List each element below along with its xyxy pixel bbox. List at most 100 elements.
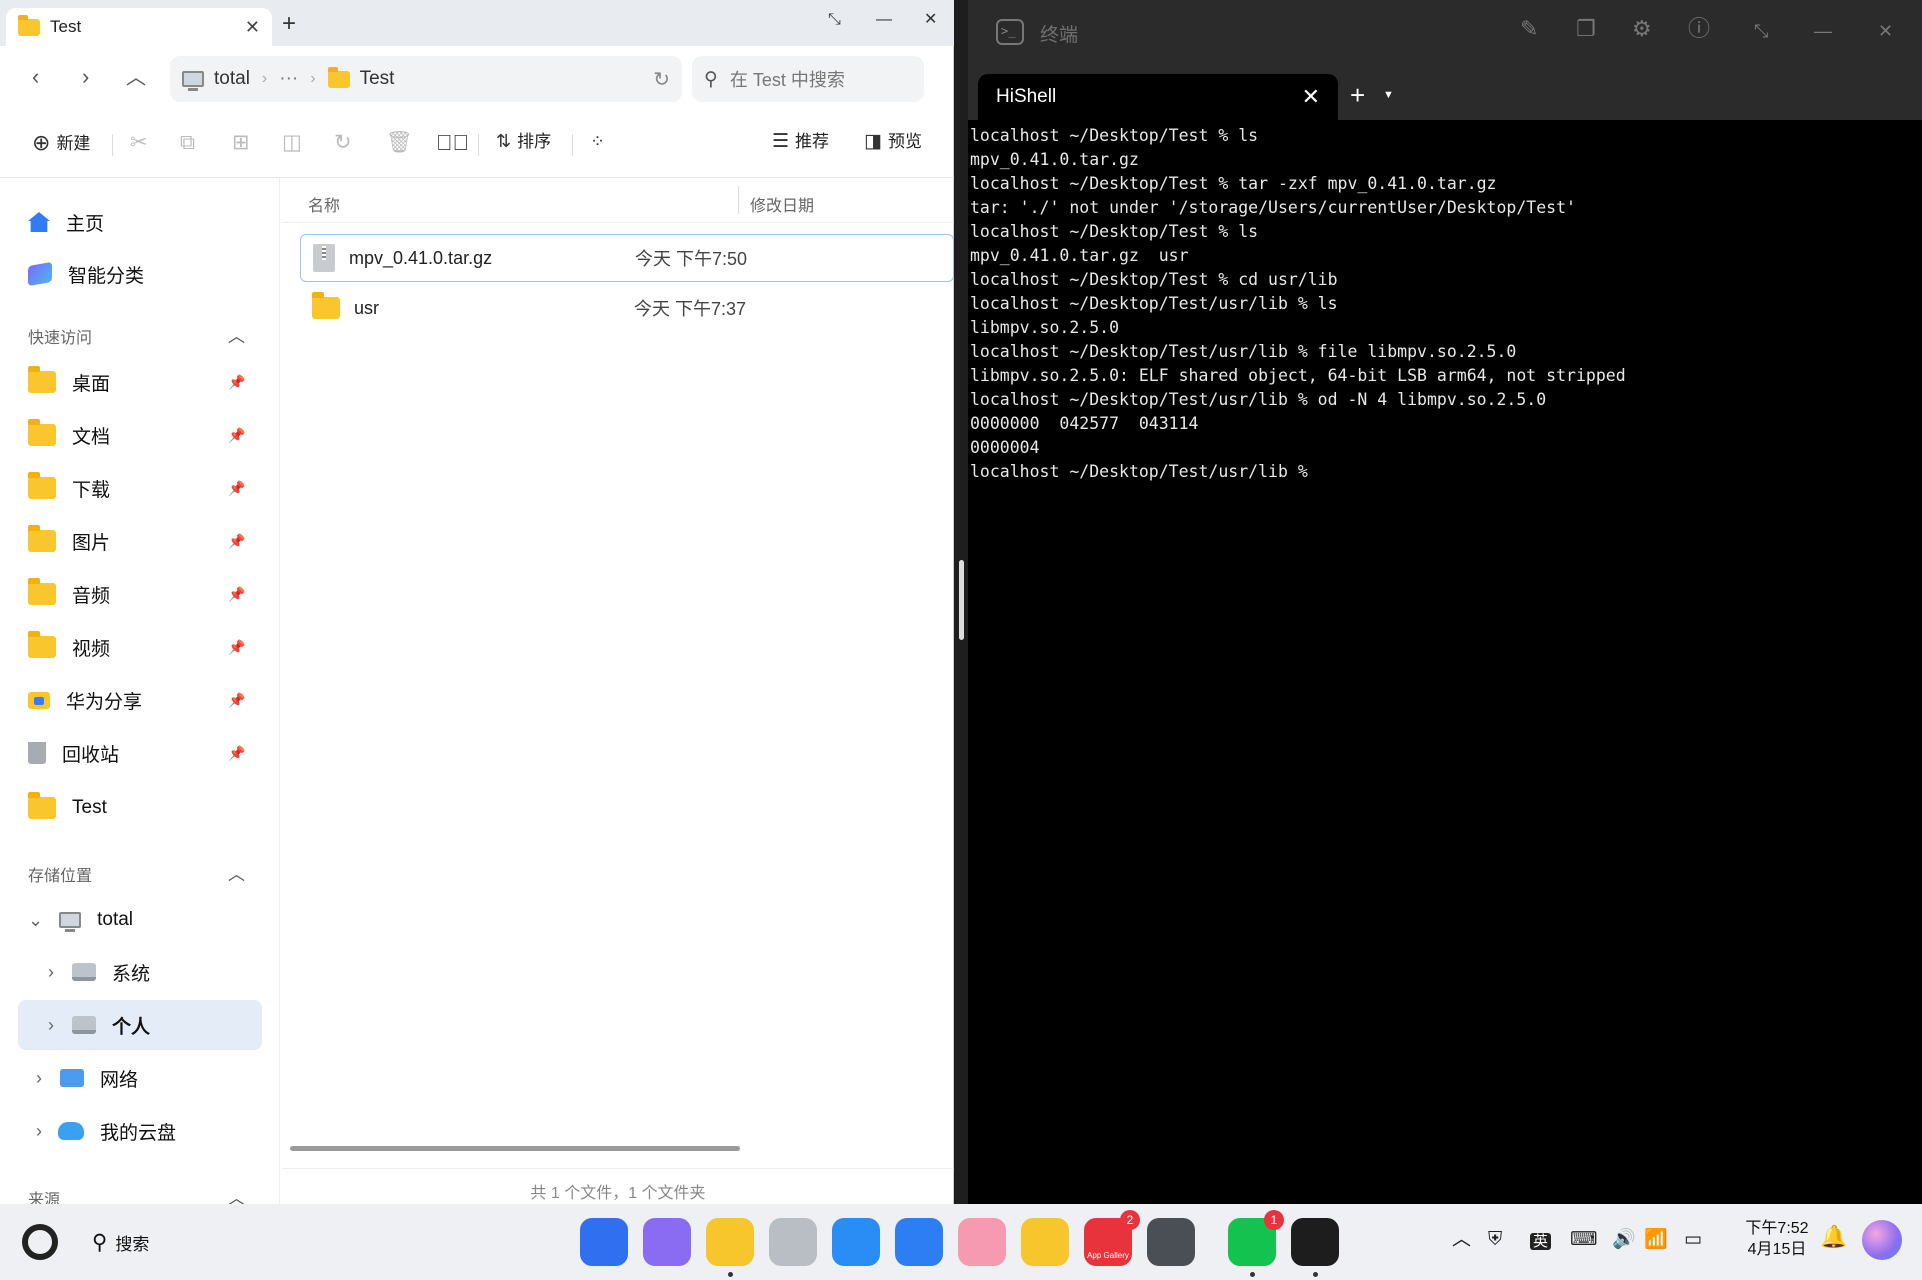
browser-app-icon[interactable] bbox=[832, 1218, 880, 1266]
close-tab-icon[interactable]: ✕ bbox=[245, 18, 260, 36]
select-icon[interactable]: ✓⃝ bbox=[436, 132, 469, 154]
sidebar-item-test[interactable]: Test bbox=[28, 786, 107, 830]
close-tab-icon[interactable]: ✕ bbox=[1302, 86, 1320, 108]
clock[interactable]: 下午7:52 4月15日 bbox=[1740, 1218, 1814, 1260]
collapse-quick-access-icon[interactable]: ︿ bbox=[228, 322, 245, 347]
back-icon[interactable]: ‹ bbox=[32, 66, 39, 88]
files-app-icon[interactable] bbox=[706, 1218, 754, 1266]
cut-icon[interactable]: ✂ bbox=[130, 132, 148, 153]
chevron-right-icon[interactable]: › bbox=[36, 1121, 42, 1142]
terminal-output[interactable]: localhost ~/Desktop/Test % ls mpv_0.41.0.… bbox=[970, 124, 1910, 1194]
sidebar-item-huawei-share[interactable]: 华为分享 bbox=[28, 678, 142, 722]
notification-bell-icon[interactable]: 🔔 bbox=[1820, 1226, 1847, 1248]
app-launcher-app-icon[interactable] bbox=[580, 1218, 628, 1266]
ime-indicator[interactable]: 英 bbox=[1530, 1233, 1552, 1250]
new-button[interactable]: ⊕ 新建 bbox=[32, 132, 90, 154]
volume-icon[interactable]: 🔊 bbox=[1612, 1230, 1636, 1249]
pin-icon[interactable]: 📌 bbox=[228, 692, 245, 709]
new-window-icon[interactable]: ❐ bbox=[1576, 18, 1596, 40]
chevron-right-icon[interactable]: › bbox=[48, 1015, 54, 1036]
compress-icon[interactable]: ◫ bbox=[282, 132, 302, 153]
restore-icon[interactable]: ⤡ bbox=[1754, 22, 1768, 40]
sidebar-item-system[interactable]: › 系统 bbox=[48, 950, 150, 994]
breadcrumb-root[interactable]: total bbox=[214, 68, 250, 90]
pin-icon[interactable]: 📌 bbox=[228, 586, 245, 603]
settings-icon[interactable]: ⚙ bbox=[1632, 18, 1652, 40]
gallery-app-icon[interactable] bbox=[958, 1218, 1006, 1266]
view-mode-icon[interactable]: ⁘ bbox=[590, 132, 605, 150]
sidebar-item-personal[interactable]: › 个人 bbox=[48, 1003, 150, 1047]
pin-icon[interactable]: 📌 bbox=[228, 745, 245, 762]
chevron-right-icon[interactable]: › bbox=[36, 1068, 42, 1089]
sidebar-item-total[interactable]: ⌄ total bbox=[28, 898, 133, 942]
security-shield-icon[interactable]: ⛨ bbox=[1488, 1230, 1502, 1249]
keyboard-icon[interactable]: ⌨ bbox=[1570, 1230, 1597, 1249]
table-row[interactable]: usr 今天 下午7:37 bbox=[300, 284, 954, 332]
breadcrumb-ellipsis[interactable]: ··· bbox=[279, 68, 298, 90]
close-window-icon[interactable]: ✕ bbox=[924, 12, 937, 28]
pin-icon[interactable]: 📌 bbox=[228, 427, 245, 444]
sidebar-item-downloads[interactable]: 下载 bbox=[28, 466, 110, 510]
minimize-icon[interactable]: — bbox=[876, 12, 892, 28]
chevron-down-icon[interactable]: ▼ bbox=[1383, 90, 1394, 101]
search-input[interactable]: ⚲ 在 Test 中搜索 bbox=[692, 56, 924, 102]
column-header-modified[interactable]: 修改日期 bbox=[750, 192, 814, 216]
start-button[interactable] bbox=[22, 1224, 58, 1260]
new-tab-button[interactable]: + bbox=[1350, 82, 1365, 108]
delete-icon[interactable]: 🗑 bbox=[386, 132, 413, 153]
tab-test[interactable]: Test ✕ bbox=[6, 8, 272, 46]
rename-icon[interactable]: ↻ bbox=[334, 132, 352, 153]
help-icon[interactable]: ⓘ bbox=[1688, 18, 1710, 40]
preview-button[interactable]: ◨ 预览 bbox=[864, 132, 922, 151]
wifi-icon[interactable]: 📶 bbox=[1644, 1230, 1668, 1249]
edit-icon[interactable]: ✎ bbox=[1520, 18, 1538, 40]
chevron-up-icon[interactable]: ︿ bbox=[1452, 1230, 1471, 1249]
sidebar-item-audio[interactable]: 音频 bbox=[28, 572, 110, 616]
paste-icon[interactable]: ⊞ bbox=[232, 132, 250, 153]
minimize-icon[interactable]: — bbox=[1814, 22, 1832, 40]
pin-icon[interactable]: 📌 bbox=[228, 480, 245, 497]
pin-icon[interactable]: 📌 bbox=[228, 639, 245, 656]
close-window-icon[interactable]: ✕ bbox=[1878, 22, 1893, 40]
battery-icon[interactable]: ▭ bbox=[1684, 1230, 1702, 1249]
recycle-bin-app-icon[interactable] bbox=[769, 1218, 817, 1266]
sidebar-item-cloud[interactable]: › 我的云盘 bbox=[36, 1109, 176, 1153]
refresh-icon[interactable]: ↻ bbox=[653, 67, 670, 92]
pin-icon[interactable]: 📌 bbox=[228, 533, 245, 550]
mail-app-icon[interactable] bbox=[895, 1218, 943, 1266]
assistant-orb-icon[interactable] bbox=[1862, 1220, 1902, 1260]
sidebar-item-documents[interactable]: 文档 bbox=[28, 413, 110, 457]
tab-hishell[interactable]: HiShell ✕ bbox=[978, 74, 1338, 120]
sidebar-item-recycle-bin[interactable]: 回收站 bbox=[28, 731, 119, 775]
new-tab-button[interactable]: + bbox=[282, 12, 296, 36]
forward-icon[interactable]: › bbox=[82, 66, 89, 88]
taskbar-search[interactable]: ⚲ 搜索 bbox=[92, 1230, 149, 1255]
recommend-button[interactable]: ☰ 推荐 bbox=[772, 132, 829, 151]
collapse-storage-icon[interactable]: ︿ bbox=[228, 860, 245, 885]
sidebar-item-pictures[interactable]: 图片 bbox=[28, 519, 110, 563]
terminal-app-icon[interactable] bbox=[1291, 1218, 1339, 1266]
sidebar-item-network[interactable]: › 网络 bbox=[36, 1056, 138, 1100]
settings-app-icon[interactable] bbox=[1147, 1218, 1195, 1266]
column-divider[interactable] bbox=[738, 186, 739, 214]
breadcrumb-current[interactable]: Test bbox=[360, 68, 395, 90]
table-row[interactable]: mpv_0.41.0.tar.gz 今天 下午7:50 bbox=[300, 234, 954, 282]
pin-icon[interactable]: 📌 bbox=[228, 374, 245, 391]
collapse-source-icon[interactable]: ︿ bbox=[228, 1184, 245, 1204]
column-header-name[interactable]: 名称 bbox=[308, 192, 340, 216]
copy-icon[interactable]: ⧉ bbox=[180, 132, 195, 153]
multitask-app-icon[interactable] bbox=[643, 1218, 691, 1266]
sidebar-item-home[interactable]: 主页 bbox=[28, 200, 104, 244]
chevron-right-icon[interactable]: › bbox=[48, 962, 54, 983]
split-handle[interactable] bbox=[959, 560, 964, 640]
up-icon[interactable]: ︿ bbox=[126, 68, 146, 88]
restore-icon[interactable]: ⤡ bbox=[828, 12, 841, 28]
notes-app-icon[interactable] bbox=[1021, 1218, 1069, 1266]
sidebar-item-desktop[interactable]: 桌面 bbox=[28, 360, 110, 404]
horizontal-scrollbar[interactable] bbox=[290, 1146, 740, 1151]
sidebar-item-video[interactable]: 视频 bbox=[28, 625, 110, 669]
chevron-down-icon[interactable]: ⌄ bbox=[28, 910, 43, 931]
sidebar-item-smart-category[interactable]: 智能分类 bbox=[28, 252, 144, 296]
address-bar[interactable]: total › ··· › Test ↻ bbox=[170, 56, 682, 102]
sort-button[interactable]: ⇅ 排序 bbox=[496, 132, 551, 150]
